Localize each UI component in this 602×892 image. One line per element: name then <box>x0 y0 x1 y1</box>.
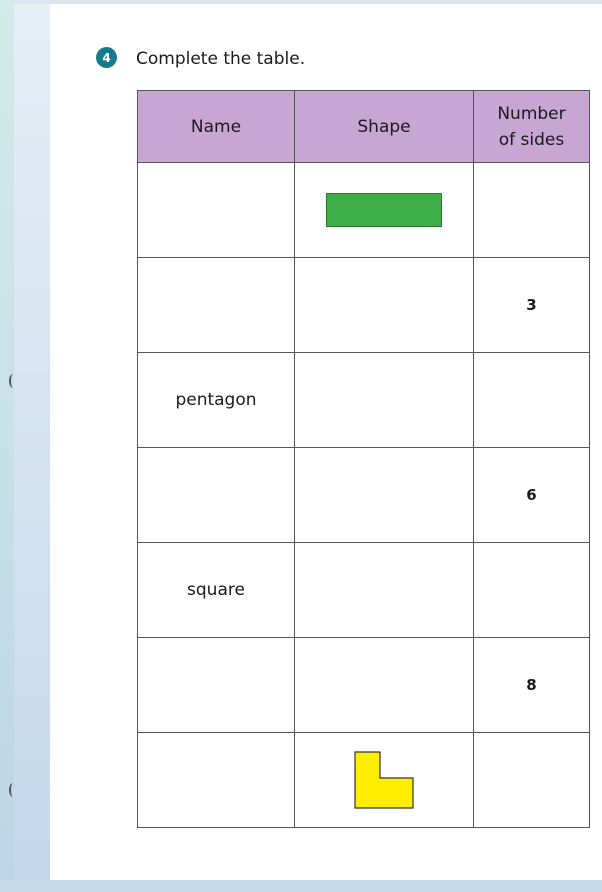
shape-cell[interactable] <box>294 352 474 448</box>
name-cell[interactable] <box>137 732 295 828</box>
sides-cell: 3 <box>473 257 590 353</box>
question-instruction: Complete the table. <box>136 49 306 69</box>
sides-cell[interactable] <box>473 542 590 638</box>
worksheet-page: 4 Complete the table. Name Shape Number … <box>50 4 602 880</box>
table-row: 8 <box>137 637 590 733</box>
header-number-of-sides: Number of sides <box>473 90 590 163</box>
green-rectangle-shape <box>326 193 442 227</box>
shape-cell <box>294 162 474 258</box>
sides-cell: 8 <box>473 637 590 733</box>
question-number-badge: 4 <box>96 47 117 68</box>
table-row <box>137 732 590 828</box>
sides-cell[interactable] <box>473 162 590 258</box>
sides-cell: 6 <box>473 447 590 543</box>
bottom-band <box>0 880 602 892</box>
name-cell[interactable] <box>137 637 295 733</box>
yellow-l-shape <box>354 751 414 809</box>
table-row: 6 <box>137 447 590 543</box>
margin-hole-mark <box>9 374 17 388</box>
shape-cell[interactable] <box>294 447 474 543</box>
shape-cell <box>294 732 474 828</box>
table-row: 3 <box>137 257 590 353</box>
table-row: pentagon <box>137 352 590 448</box>
name-cell[interactable] <box>137 257 295 353</box>
table-row <box>137 162 590 258</box>
shape-cell[interactable] <box>294 257 474 353</box>
table-row: square <box>137 542 590 638</box>
table-header-row: Name Shape Number of sides <box>137 90 590 163</box>
header-number-of-sides-label: Number of sides <box>497 103 566 150</box>
name-cell[interactable] <box>137 162 295 258</box>
shape-cell[interactable] <box>294 637 474 733</box>
shapes-table: Name Shape Number of sides 3 pentagon 6 … <box>137 90 590 828</box>
name-cell[interactable] <box>137 447 295 543</box>
name-cell: square <box>137 542 295 638</box>
left-binding-band <box>14 0 50 892</box>
sides-cell[interactable] <box>473 352 590 448</box>
header-name: Name <box>137 90 295 163</box>
margin-hole-mark <box>9 783 17 797</box>
sides-cell[interactable] <box>473 732 590 828</box>
name-cell: pentagon <box>137 352 295 448</box>
left-margin-strip <box>0 0 14 892</box>
header-shape: Shape <box>294 90 474 163</box>
shape-cell[interactable] <box>294 542 474 638</box>
